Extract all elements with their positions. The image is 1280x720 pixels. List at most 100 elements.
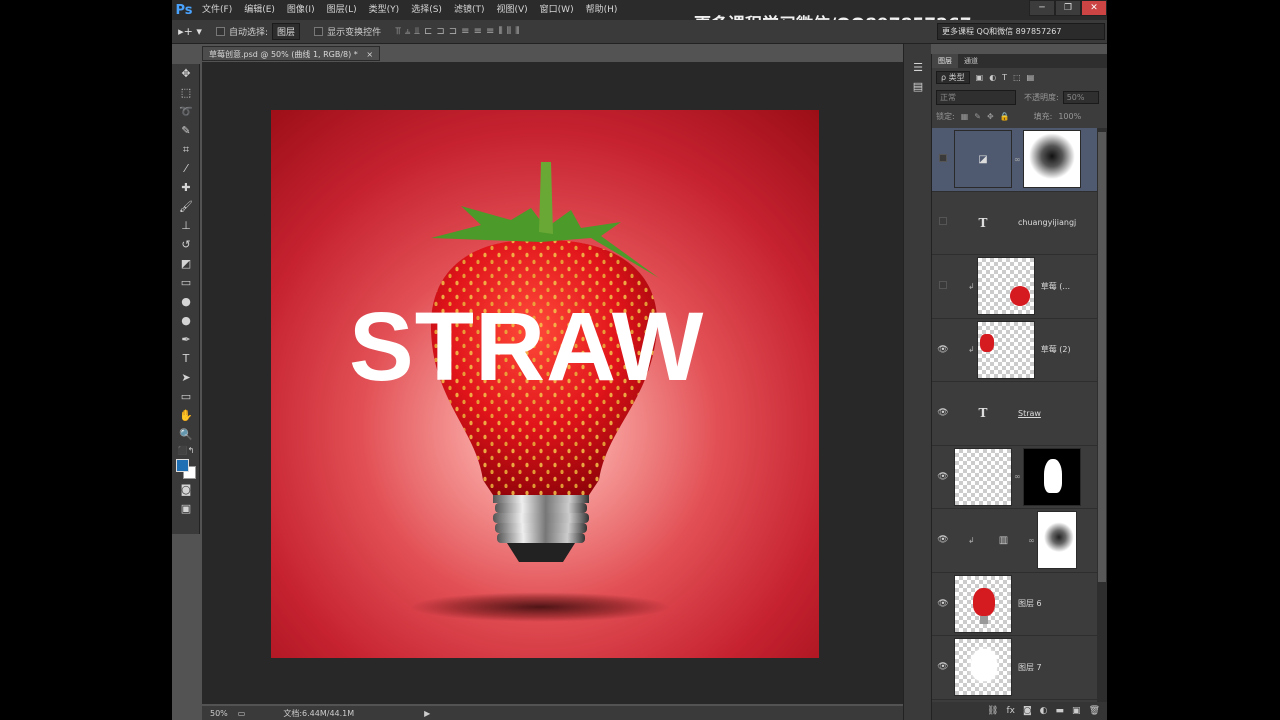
distribute-right-icon[interactable]: ⦀ xyxy=(515,26,519,37)
new-layer-icon[interactable]: ▣ xyxy=(1072,706,1081,716)
eraser-tool-icon[interactable]: ◩ xyxy=(172,254,200,273)
visibility-eye-icon[interactable]: 👁 xyxy=(932,345,954,355)
menu-type[interactable]: 类型(Y) xyxy=(363,0,406,20)
reset-colors-icon[interactable]: ⬛↰ xyxy=(172,444,200,456)
close-button[interactable]: ✕ xyxy=(1081,0,1107,16)
new-adjustment-icon[interactable]: ◐ xyxy=(1040,706,1048,716)
layer-row[interactable]: ◪ ∞ xyxy=(932,128,1097,192)
hand-tool-icon[interactable]: ✋ xyxy=(172,406,200,425)
menu-filter[interactable]: 滤镜(T) xyxy=(448,0,491,20)
move-tool-preset[interactable]: ▸+ ▾ xyxy=(172,25,208,38)
visibility-toggle[interactable] xyxy=(932,280,954,292)
menu-layer[interactable]: 图层(L) xyxy=(321,0,363,20)
scrollbar-thumb[interactable] xyxy=(1098,132,1106,582)
delete-layer-icon[interactable]: 🗑 xyxy=(1089,706,1100,716)
lock-all-icon[interactable]: 🔒 xyxy=(1000,112,1010,121)
pen-tool-icon[interactable]: ✒ xyxy=(172,330,200,349)
eyedropper-tool-icon[interactable]: ⁄ xyxy=(172,159,200,178)
menu-view[interactable]: 视图(V) xyxy=(490,0,533,20)
show-transform-checkbox[interactable] xyxy=(314,27,324,36)
move-tool-icon[interactable]: ✥ xyxy=(172,64,200,83)
screen-mode-icon[interactable]: ▣ xyxy=(172,499,200,518)
shape-tool-icon[interactable]: ▭ xyxy=(172,387,200,406)
distribute-bottom-icon[interactable]: ≡ xyxy=(486,26,494,37)
filter-adjust-icon[interactable]: ◐ xyxy=(989,73,996,82)
filter-type-icon[interactable]: T xyxy=(1002,73,1007,82)
menu-edit[interactable]: 编辑(E) xyxy=(238,0,281,20)
lock-pixels-icon[interactable]: ▦ xyxy=(961,112,969,121)
link-layers-icon[interactable]: ⛓ xyxy=(987,706,998,716)
zoom-level[interactable]: 50% xyxy=(210,709,228,718)
fill-input[interactable]: 100% xyxy=(1058,112,1081,121)
layers-scrollbar[interactable] xyxy=(1097,128,1107,702)
align-top-icon[interactable]: ⫪ xyxy=(395,26,401,37)
close-tab-icon[interactable]: × xyxy=(366,50,373,59)
add-mask-icon[interactable]: ◙ xyxy=(1023,706,1032,716)
mask-link-icon[interactable]: ∞ xyxy=(1014,155,1021,164)
opacity-input[interactable]: 50% xyxy=(1062,90,1099,104)
lock-paint-icon[interactable]: ✎ xyxy=(974,112,981,121)
artboard[interactable]: STRAW xyxy=(271,110,819,658)
layer-mask-thumb[interactable] xyxy=(1036,511,1077,570)
marquee-tool-icon[interactable]: ⬚ xyxy=(172,83,200,102)
align-right-icon[interactable]: ⊐ xyxy=(449,26,457,37)
type-tool-icon[interactable]: T xyxy=(172,349,200,368)
restore-button[interactable]: ❐ xyxy=(1055,0,1081,16)
layer-row[interactable]: T chuangyijiangj xyxy=(932,191,1097,255)
status-menu-arrow-icon[interactable]: ▶ xyxy=(424,709,430,718)
visibility-toggle[interactable] xyxy=(932,217,954,228)
zoom-tool-icon[interactable]: 🔍 xyxy=(172,425,200,444)
layer-mask-thumb[interactable] xyxy=(1022,130,1081,189)
layer-mask-thumb[interactable] xyxy=(1022,447,1081,506)
document-tab[interactable]: 草莓创意.psd @ 50% (曲线 1, RGB/8) * × xyxy=(202,46,381,61)
quick-select-tool-icon[interactable]: ✎ xyxy=(172,121,200,140)
layer-row[interactable]: 👁 T Straw xyxy=(932,382,1097,446)
lock-position-icon[interactable]: ✥ xyxy=(987,112,994,121)
distribute-top-icon[interactable]: ≡ xyxy=(461,26,469,37)
layer-row[interactable]: 👁 ∞ xyxy=(932,445,1097,509)
auto-select-checkbox[interactable] xyxy=(216,27,225,36)
visibility-eye-icon[interactable]: 👁 xyxy=(932,408,954,418)
canvas-area[interactable]: STRAW xyxy=(202,62,903,704)
menu-window[interactable]: 窗口(W) xyxy=(534,0,580,20)
blend-mode-dropdown[interactable]: 正常 xyxy=(936,89,1016,105)
history-brush-tool-icon[interactable]: ↺ xyxy=(172,235,200,254)
brush-tool-icon[interactable]: 🖌 xyxy=(172,197,200,216)
visibility-eye-icon[interactable]: 👁 xyxy=(932,662,954,672)
workspace-dropdown[interactable]: 更多课程 QQ和微信 897857267 xyxy=(937,23,1105,40)
filter-smart-icon[interactable]: ▤ xyxy=(1027,73,1035,82)
mask-link-icon[interactable]: ∞ xyxy=(1028,536,1035,545)
visibility-eye-icon[interactable]: 👁 xyxy=(932,472,954,482)
layer-row[interactable]: 👁 ↲ ▥ ∞ xyxy=(932,509,1097,573)
layer-row[interactable]: ↲ 草莓 (... xyxy=(932,255,1097,319)
history-panel-icon[interactable]: ☰ xyxy=(904,58,932,77)
visibility-toggle[interactable] xyxy=(932,153,954,165)
filter-pixel-icon[interactable]: ▣ xyxy=(976,73,984,82)
auto-select-dropdown[interactable]: 图层 xyxy=(272,23,301,40)
quick-mask-icon[interactable]: ◙ xyxy=(172,480,200,499)
layer-row[interactable]: 👁 图层 7 xyxy=(932,636,1097,700)
layer-row[interactable]: 👁 图层 6 xyxy=(932,572,1097,636)
minimize-button[interactable]: ─ xyxy=(1029,0,1055,16)
menu-help[interactable]: 帮助(H) xyxy=(580,0,624,20)
mask-link-icon[interactable]: ∞ xyxy=(1014,472,1021,481)
stamp-tool-icon[interactable]: ⊥ xyxy=(172,216,200,235)
fx-icon[interactable]: fx xyxy=(1006,706,1015,716)
layer-row[interactable]: 👁 ↲ 草莓 (2) xyxy=(932,318,1097,382)
tab-channels[interactable]: 通道 xyxy=(958,54,984,68)
new-group-icon[interactable]: ▬ xyxy=(1056,706,1065,716)
menu-file[interactable]: 文件(F) xyxy=(196,0,238,20)
distribute-vcenter-icon[interactable]: ≡ xyxy=(474,26,482,37)
visibility-eye-icon[interactable]: 👁 xyxy=(932,535,954,545)
filter-shape-icon[interactable]: ⬚ xyxy=(1013,73,1021,82)
properties-panel-icon[interactable]: ▤ xyxy=(904,77,932,96)
align-left-icon[interactable]: ⊏ xyxy=(424,26,432,37)
crop-tool-icon[interactable]: ⌗ xyxy=(172,140,200,159)
menu-select[interactable]: 选择(S) xyxy=(405,0,448,20)
healing-brush-tool-icon[interactable]: ✚ xyxy=(172,178,200,197)
distribute-left-icon[interactable]: ⦀ xyxy=(498,26,502,37)
layer-filter-dropdown[interactable]: ρ 类型 xyxy=(936,70,970,84)
blur-tool-icon[interactable]: ● xyxy=(172,292,200,311)
lasso-tool-icon[interactable]: ➰ xyxy=(172,102,200,121)
gradient-tool-icon[interactable]: ▭ xyxy=(172,273,200,292)
